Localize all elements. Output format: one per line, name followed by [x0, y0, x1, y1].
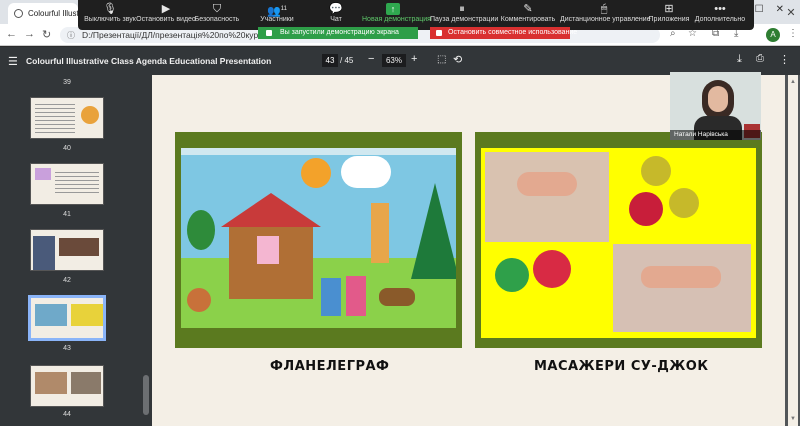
thumbnail-number: 42 [63, 277, 71, 284]
participants-count: 11 [280, 6, 287, 12]
thumbnail-number: 44 [63, 411, 71, 418]
pdf-more-icon[interactable]: ⋮ [779, 53, 790, 66]
remote-control-icon: 🖱 [600, 3, 608, 15]
zoom-level-input[interactable]: 63% [382, 54, 406, 67]
flannelgraph-image [181, 148, 456, 328]
back-icon[interactable]: ← [6, 28, 17, 40]
su-jok-image [481, 148, 756, 338]
video-camera-icon: ▶ [161, 3, 171, 15]
presenter-name: Натали Нарівська [670, 130, 761, 140]
url-text: D:/Презентації/ДЛ/презентація%20по%20кур… [82, 30, 268, 40]
thumbnail-number: 40 [63, 145, 71, 152]
thumbnail-number: 41 [63, 211, 71, 218]
page-total: / 45 [340, 56, 354, 65]
fit-page-icon[interactable]: ⬚ [437, 54, 446, 65]
pause-share-button[interactable]: ⏸ Пауза демонстрации [430, 2, 498, 23]
stop-share-button[interactable]: Остановить совместное использование [430, 27, 577, 39]
browser-tab[interactable]: Colourful Illustrati [8, 3, 78, 24]
chat-icon: 💬 [329, 3, 343, 15]
thumbnail-number: 43 [63, 345, 71, 352]
zoom-out-button[interactable]: − [368, 53, 374, 65]
profile-avatar[interactable]: A [766, 28, 780, 42]
annotate-icon: ✎ [523, 3, 533, 15]
viewer-scrollbar[interactable]: ▲ ▼ [788, 75, 798, 426]
annotate-button[interactable]: ✎ Комментировать [500, 2, 556, 23]
thumbnail-page[interactable] [30, 365, 104, 407]
share-screen-icon: ↑ [386, 3, 400, 15]
document-title: Colourful Illustrative Class Agenda Educ… [26, 56, 272, 66]
zoom-in-button[interactable]: + [411, 53, 417, 65]
apps-button[interactable]: ⊞ Приложения [648, 2, 690, 23]
stop-video-button[interactable]: ▶ Остановить видео [136, 2, 196, 23]
scroll-down-icon[interactable]: ▼ [790, 416, 796, 422]
download-icon[interactable]: ⤓ [737, 53, 742, 66]
page-number-input[interactable]: 43 [322, 54, 338, 67]
thumbnail-number: 39 [63, 79, 71, 86]
shield-icon: ⛉ [212, 3, 222, 15]
right-photo-frame [475, 132, 762, 348]
mute-button[interactable]: 🎙 Выключить звук [82, 2, 138, 23]
file-icon: ⓘ [67, 31, 75, 40]
left-caption: ФЛАНЕЛЕГРАФ [270, 359, 390, 374]
pdf-toolbar: ☰ Colourful Illustrative Class Agenda Ed… [0, 47, 800, 75]
tab-title: Colourful Illustrati [28, 9, 78, 18]
more-icon: ••• [714, 3, 726, 15]
rotate-icon[interactable]: ⟲ [453, 53, 462, 66]
right-caption: МАСАЖЕРИ СУ-ДЖОК [534, 359, 709, 374]
presenter-video[interactable]: Натали Нарівська [670, 72, 761, 140]
thumbnail-page[interactable] [30, 163, 104, 205]
forward-icon[interactable]: → [24, 28, 35, 40]
thumbnail-page-selected[interactable] [28, 295, 106, 341]
participants-button[interactable]: 👥11 Участники [254, 2, 300, 23]
apps-icon: ⊞ [664, 3, 674, 15]
globe-icon [14, 9, 23, 18]
new-share-button[interactable]: ↑ Новая демонстрация [362, 2, 431, 23]
security-button[interactable]: ⛉ Безопасность [194, 2, 240, 23]
participants-icon: 👥11 [267, 5, 287, 18]
more-button[interactable]: ••• Дополнительно [694, 2, 746, 23]
thumbnail-page[interactable] [30, 97, 104, 139]
remote-control-button[interactable]: 🖱 Дистанционное управление [560, 2, 651, 23]
left-photo-frame [175, 132, 462, 348]
microphone-icon: 🎙 [103, 3, 117, 15]
pause-icon: ⏸ [459, 3, 465, 15]
close-icon[interactable]: ✕ [784, 6, 798, 20]
share-status-banner: Вы запустили демонстрацию экрана [258, 27, 418, 39]
sidebar-scrollbar[interactable] [143, 375, 149, 415]
thumbnail-sidebar: 39 40 41 42 43 44 [0, 75, 152, 426]
scroll-up-icon[interactable]: ▲ [790, 79, 796, 85]
menu-icon[interactable]: ☰ [8, 55, 18, 68]
zoom-toolbar: 🎙 Выключить звук ▶ Остановить видео ⛉ Бе… [78, 0, 754, 30]
chat-button[interactable]: 💬 Чат [322, 2, 350, 23]
thumbnail-page[interactable] [30, 229, 104, 271]
print-icon[interactable]: ⎙ [756, 53, 764, 64]
browser-menu-icon[interactable]: ⋮ [788, 28, 798, 39]
reload-icon[interactable]: ↻ [42, 28, 51, 41]
